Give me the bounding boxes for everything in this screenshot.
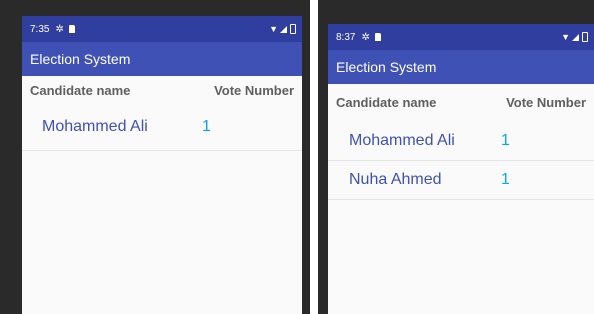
wifi-icon: ▼ xyxy=(269,24,278,34)
sd-card-icon xyxy=(68,25,75,33)
candidate-name: Nuha Ahmed xyxy=(349,171,442,188)
list-item[interactable]: Mohammed Ali 1 xyxy=(328,122,594,161)
wifi-icon: ▼ xyxy=(561,32,570,42)
candidate-name: Mohammed Ali xyxy=(349,132,455,149)
column-header-candidate-name: Candidate name xyxy=(336,94,437,110)
list-item[interactable]: Nuha Ahmed 1 xyxy=(328,161,594,200)
list-item[interactable]: Mohammed Ali 1 xyxy=(22,104,302,151)
sd-card-icon xyxy=(374,33,381,41)
status-time: 7:35 xyxy=(30,23,50,35)
app-screen: 8:37 ✲ ▼ Election System Candidate name … xyxy=(328,24,594,314)
app-bar: Election System xyxy=(328,50,594,84)
app-title: Election System xyxy=(30,51,131,67)
vote-count: 1 xyxy=(501,132,510,149)
app-screen: 7:35 ✲ ▼ Election System Candidate name … xyxy=(22,16,302,314)
column-header-candidate-name: Candidate name xyxy=(30,82,131,98)
app-title: Election System xyxy=(336,59,437,75)
candidate-list: Mohammed Ali 1 xyxy=(22,104,302,151)
settings-gear-icon: ✲ xyxy=(361,31,370,43)
phone-screenshot-left: 7:35 ✲ ▼ Election System Candidate name … xyxy=(0,0,310,314)
signal-icon xyxy=(280,25,287,33)
candidate-name: Mohammed Ali xyxy=(42,118,148,135)
status-time: 8:37 xyxy=(336,31,356,43)
app-bar: Election System xyxy=(22,42,302,76)
table-header: Candidate name Vote Number xyxy=(328,88,594,116)
battery-icon xyxy=(582,32,588,42)
signal-icon xyxy=(572,33,579,41)
status-bar: 7:35 ✲ ▼ xyxy=(22,16,302,42)
column-header-vote-number: Vote Number xyxy=(506,94,586,110)
battery-icon xyxy=(290,24,296,34)
column-header-vote-number: Vote Number xyxy=(214,82,294,98)
vote-count: 1 xyxy=(202,118,211,135)
table-header: Candidate name Vote Number xyxy=(22,76,302,104)
vote-count: 1 xyxy=(501,171,510,188)
settings-gear-icon: ✲ xyxy=(55,23,64,35)
phone-screenshot-right: 8:37 ✲ ▼ Election System Candidate name … xyxy=(318,0,594,314)
status-bar: 8:37 ✲ ▼ xyxy=(328,24,594,50)
candidate-list: Mohammed Ali 1 Nuha Ahmed 1 xyxy=(328,122,594,200)
